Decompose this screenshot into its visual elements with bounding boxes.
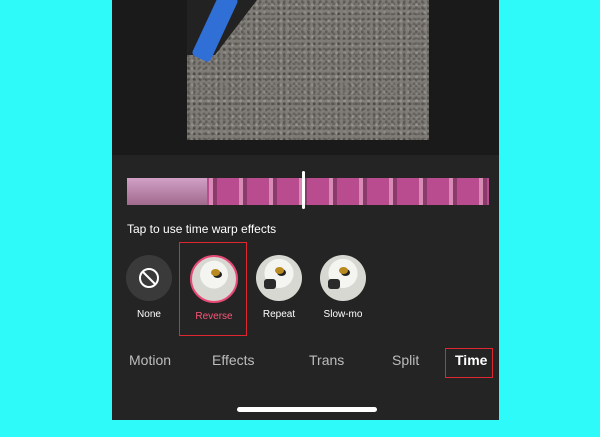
dark-leaf-image	[264, 279, 276, 289]
video-preview	[187, 0, 429, 140]
bee-image	[339, 267, 348, 274]
effect-label: None	[137, 309, 161, 320]
slow-mo-effect-thumb	[320, 255, 366, 301]
tab-trans[interactable]: Trans	[309, 352, 344, 368]
timeline-strip[interactable]	[127, 178, 489, 205]
playhead[interactable]	[302, 171, 305, 209]
bottom-tab-bar: Motion Effects Trans Split Time	[112, 352, 499, 372]
none-icon	[139, 268, 159, 288]
effect-none[interactable]: None	[119, 255, 179, 320]
selection-highlight-box	[179, 242, 247, 336]
tab-highlight-box	[445, 348, 493, 378]
effect-slow-mo[interactable]: Slow-mo	[313, 255, 373, 320]
hint-text: Tap to use time warp effects	[127, 222, 277, 236]
home-indicator[interactable]	[237, 407, 377, 412]
phone-screen: Tap to use time warp effects None Revers…	[112, 0, 499, 420]
effect-repeat[interactable]: Repeat	[249, 255, 309, 320]
tab-split[interactable]: Split	[392, 352, 419, 368]
tab-effects[interactable]: Effects	[212, 352, 255, 368]
timeline-first-frame	[127, 178, 207, 205]
none-effect-thumb	[126, 255, 172, 301]
effect-label: Slow-mo	[323, 309, 363, 320]
repeat-effect-thumb	[256, 255, 302, 301]
dark-leaf-image	[328, 279, 340, 289]
bee-image	[275, 267, 284, 274]
tab-motion[interactable]: Motion	[129, 352, 171, 368]
effect-label: Repeat	[262, 309, 296, 320]
